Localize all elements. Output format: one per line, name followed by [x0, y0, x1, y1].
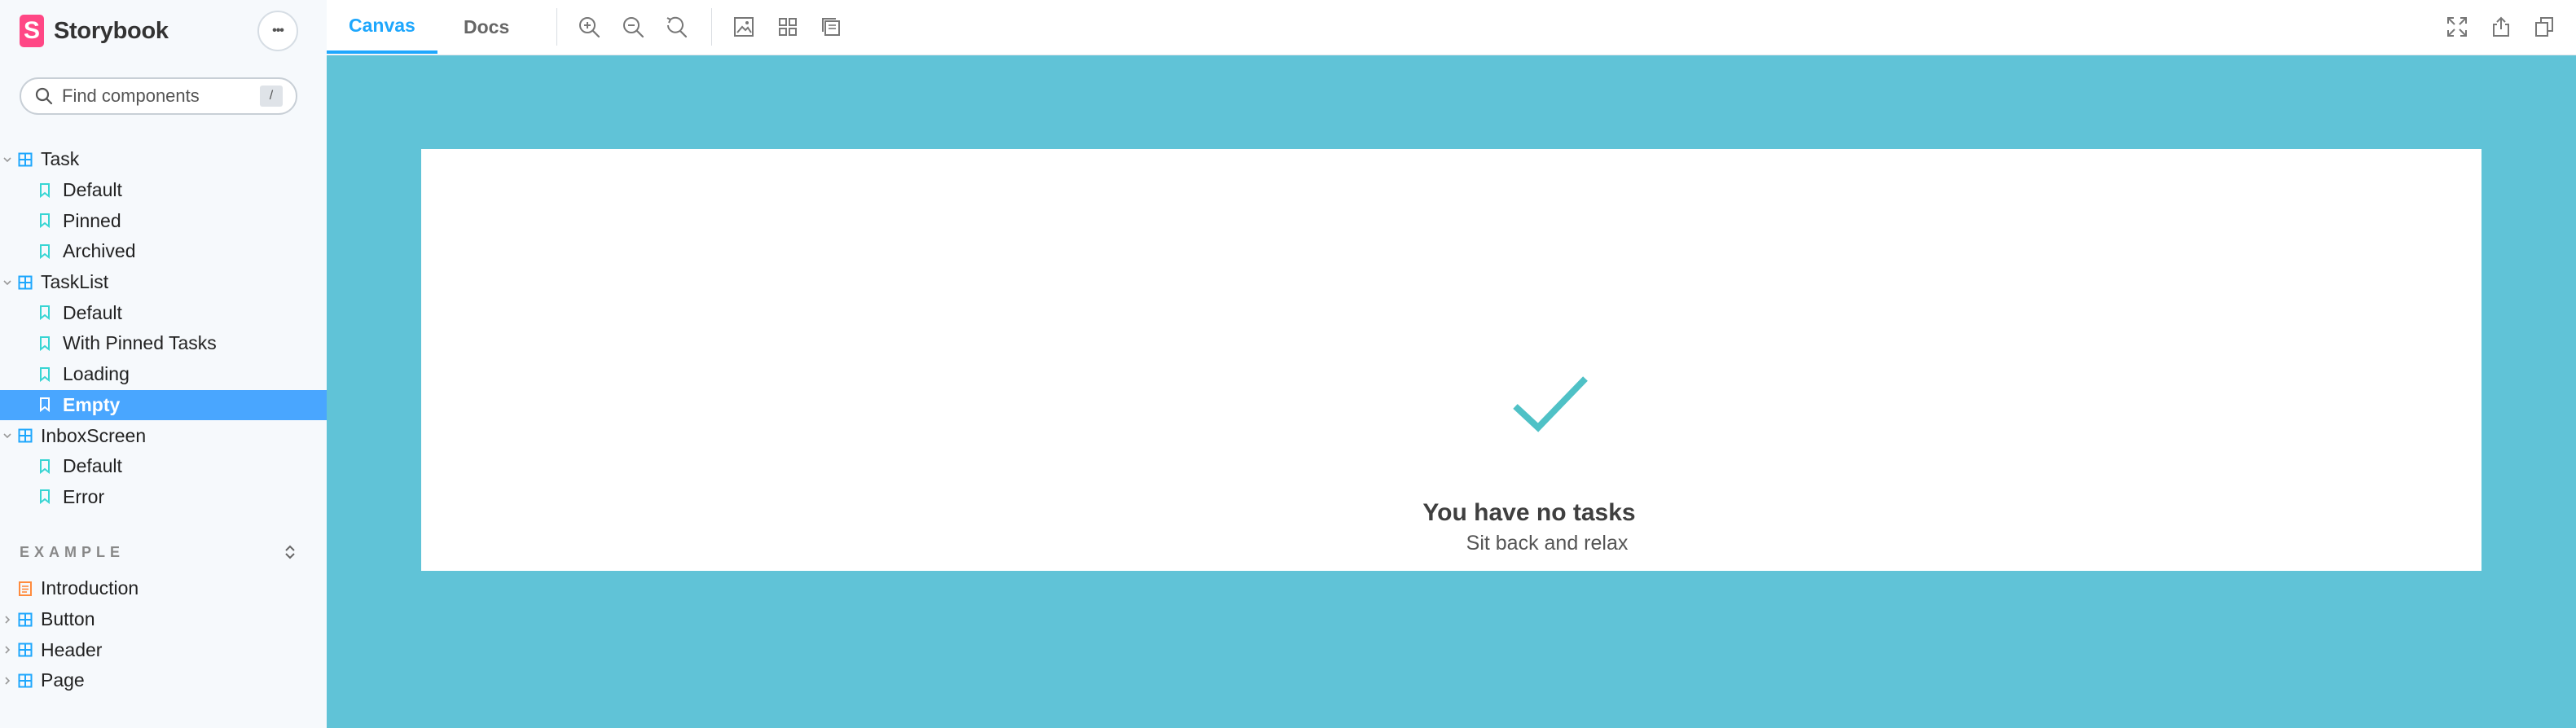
toolbar-divider — [711, 8, 712, 46]
bookmark-icon — [40, 366, 50, 382]
tree-item-label: Page — [41, 669, 85, 691]
bookmark-icon — [40, 305, 50, 321]
empty-state-subtitle: Sit back and relax — [1466, 532, 1629, 555]
outline-icon[interactable] — [819, 15, 843, 39]
toolbar-divider — [556, 8, 557, 46]
zoom-reset-icon[interactable] — [664, 15, 688, 39]
component-icon — [18, 428, 33, 443]
ellipsis-icon: ••• — [272, 24, 284, 37]
tree-story-task-pinned[interactable]: Pinned — [0, 205, 327, 236]
tree-story-task-archived[interactable]: Archived — [0, 236, 327, 267]
tree-item-introduction[interactable]: Introduction — [0, 573, 327, 604]
tree-item-header[interactable]: Header — [0, 634, 327, 665]
example-tree: Introduction Button Header Page — [0, 573, 327, 696]
component-icon — [18, 275, 33, 290]
search-icon — [35, 87, 53, 105]
search-shortcut-badge: / — [260, 86, 283, 107]
chevron-down-icon — [3, 433, 11, 439]
bookmark-icon — [40, 458, 50, 474]
tree-story-tasklist-loading[interactable]: Loading — [0, 359, 327, 390]
search-input[interactable] — [62, 86, 241, 107]
tree-item-label: Task — [41, 148, 80, 170]
tree-item-label: Button — [41, 608, 95, 630]
tree-item-task[interactable]: Task — [0, 144, 327, 175]
component-icon — [18, 612, 33, 627]
storybook-brand[interactable]: S Storybook — [20, 15, 169, 47]
app-title: Storybook — [54, 17, 169, 44]
tree-item-tasklist[interactable]: TaskList — [0, 267, 327, 298]
bookmark-icon — [40, 489, 50, 505]
tree-story-tasklist-default[interactable]: Default — [0, 297, 327, 328]
fullscreen-icon[interactable] — [2445, 15, 2469, 39]
tree-story-task-default[interactable]: Default — [0, 175, 327, 206]
tree-item-page[interactable]: Page — [0, 665, 327, 696]
more-options-button[interactable]: ••• — [257, 11, 298, 51]
tree-story-label: Archived — [63, 240, 136, 262]
tree-story-inbox-default[interactable]: Default — [0, 451, 327, 482]
tree-story-label: With Pinned Tasks — [63, 332, 217, 354]
component-icon — [18, 673, 33, 688]
toolbar: Canvas Docs — [327, 0, 2576, 55]
tab-docs[interactable]: Docs — [464, 0, 509, 54]
zoom-out-icon[interactable] — [621, 15, 645, 39]
tree-story-label: Pinned — [63, 209, 121, 231]
tree-story-tasklist-with-pinned[interactable]: With Pinned Tasks — [0, 328, 327, 359]
bookmark-icon — [40, 243, 50, 259]
tab-canvas[interactable]: Canvas — [327, 0, 437, 54]
sidebar: S Storybook ••• / Task Default Pinned Ar — [0, 0, 327, 728]
chevron-down-icon — [3, 280, 11, 285]
chevron-down-icon — [3, 157, 11, 162]
component-icon — [18, 152, 33, 167]
preview-canvas: You have no tasks Sit back and relax — [327, 55, 2576, 728]
tree-item-label: TaskList — [41, 271, 109, 293]
tree-item-label: Header — [41, 638, 103, 660]
tree-story-label: Loading — [63, 363, 130, 385]
background-image-icon[interactable] — [732, 15, 756, 39]
bookmark-icon — [40, 397, 50, 413]
tree-story-label: Empty — [63, 393, 121, 415]
storybook-logo: S — [20, 15, 44, 47]
bookmark-icon — [40, 182, 50, 198]
expand-collapse-icon[interactable] — [284, 544, 297, 560]
grid-icon[interactable] — [776, 15, 800, 39]
section-example-header[interactable]: EXAMPLE — [20, 538, 297, 566]
tree-story-label: Default — [63, 301, 122, 323]
bookmark-icon — [40, 335, 50, 351]
tree-item-inboxscreen[interactable]: InboxScreen — [0, 420, 327, 451]
tree-item-label: InboxScreen — [41, 424, 147, 446]
checkmark-icon — [1513, 376, 1588, 432]
tree-item-button[interactable]: Button — [0, 604, 327, 635]
bookmark-icon — [40, 213, 50, 229]
tree-story-label: Error — [63, 485, 105, 507]
tree-story-label: Default — [63, 179, 122, 201]
tree-item-label: Introduction — [41, 577, 139, 599]
zoom-in-icon[interactable] — [577, 15, 601, 39]
component-tree: Task Default Pinned Archived TaskList De… — [0, 144, 327, 512]
component-icon — [18, 642, 33, 657]
chevron-right-icon — [5, 677, 11, 685]
chevron-right-icon — [5, 615, 11, 624]
empty-state-title: You have no tasks — [1422, 499, 1636, 526]
chevron-right-icon — [5, 646, 11, 654]
search-box[interactable]: / — [20, 77, 297, 115]
story-preview-card: You have no tasks Sit back and relax — [421, 149, 2481, 571]
open-new-tab-icon[interactable] — [2489, 15, 2513, 39]
copy-link-icon[interactable] — [2532, 15, 2556, 39]
tree-story-tasklist-empty[interactable]: Empty — [0, 389, 327, 421]
tree-story-inbox-error[interactable]: Error — [0, 482, 327, 513]
section-title: EXAMPLE — [20, 543, 125, 560]
tree-story-label: Default — [63, 455, 122, 477]
document-icon — [19, 581, 32, 596]
